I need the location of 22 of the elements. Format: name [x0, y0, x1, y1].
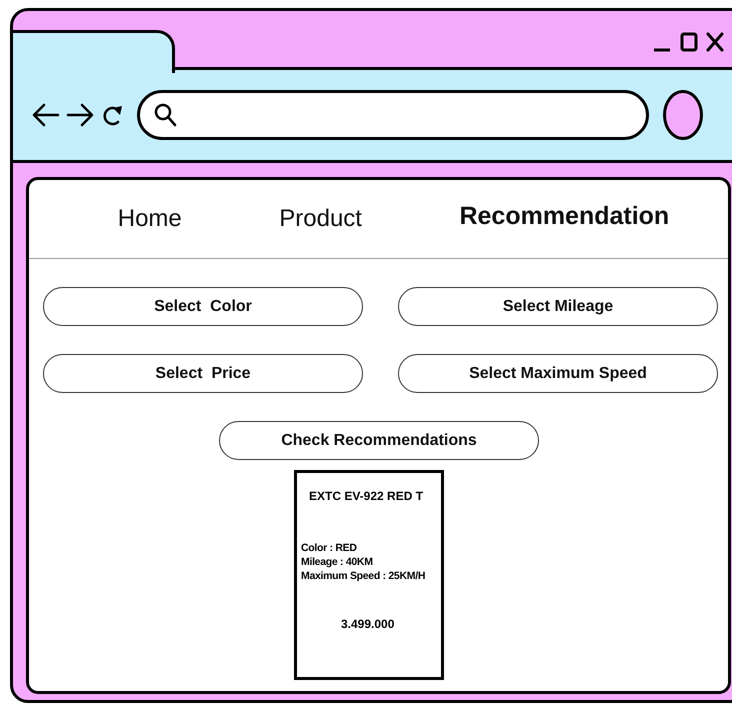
product-spec: Maximum Speed : 25KM/H — [301, 569, 426, 583]
nav-tab[interactable]: Recommendation — [459, 202, 670, 230]
product-spec: Mileage : 40KM — [301, 555, 374, 569]
filter-button[interactable]: Select Mileage — [398, 287, 718, 326]
back-arrow-icon[interactable] — [31, 102, 61, 128]
browser-tab[interactable] — [13, 30, 175, 73]
product-price: 3.499.000 — [341, 617, 396, 631]
maximize-icon[interactable] — [679, 31, 699, 53]
forward-arrow-icon[interactable] — [65, 102, 95, 128]
check-recommendations-button[interactable]: Check Recommendations — [219, 421, 539, 460]
product-card[interactable]: EXTC EV-922 RED T Color : RED Mileage : 40KM Maximum Speed : 25KM/H 3.499.000 — [294, 470, 444, 680]
nav-tab[interactable]: Product — [279, 205, 362, 233]
product-spec: Color : RED — [301, 541, 358, 555]
search-icon — [154, 102, 178, 128]
filter-button[interactable]: Select Price — [43, 354, 363, 393]
search-field[interactable] — [137, 90, 649, 140]
profile-avatar[interactable] — [663, 90, 703, 140]
close-icon[interactable] — [705, 31, 725, 53]
product-title: EXTC EV-922 RED T — [309, 489, 424, 503]
filter-button[interactable]: Select Maximum Speed — [398, 354, 718, 393]
nav-tab[interactable]: Home — [118, 205, 182, 233]
filter-button[interactable]: Select Color — [43, 287, 363, 326]
